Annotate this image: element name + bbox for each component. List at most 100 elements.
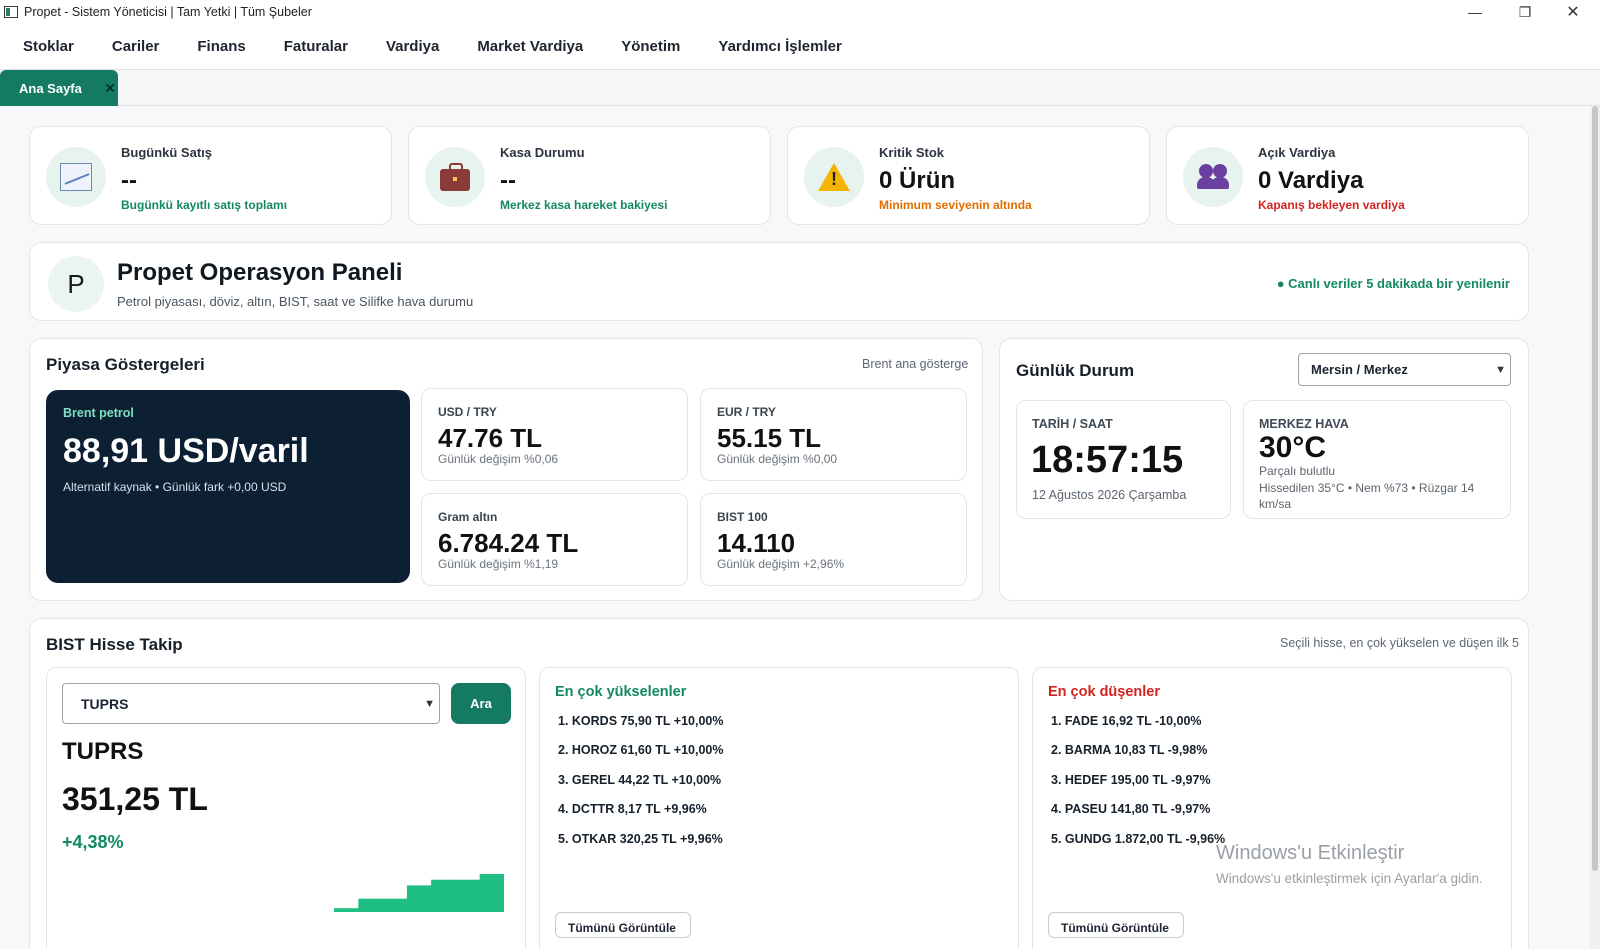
bist-note: Seçili hisse, en çok yükselen ve düşen i…	[1280, 636, 1520, 650]
operations-panel-header: P Propet Operasyon Paneli Petrol piyasas…	[29, 242, 1529, 321]
chevron-down-icon: ▼	[424, 697, 435, 710]
stat-card-sales: Bugünkü Satış -- Bugünkü kayıtlı satış t…	[29, 126, 392, 225]
market-note: Brent ana gösterge	[862, 357, 969, 371]
page-subtitle: Petrol piyasası, döviz, altın, BIST, saa…	[117, 294, 474, 309]
menu-vardiya[interactable]: Vardiya	[386, 38, 439, 55]
brent-card: Brent petrol 88,91 USD/varil Alternatif …	[46, 390, 410, 583]
stat-card-critical-stock: Kritik Stok 0 Ürün Minimum seviyenin alt…	[787, 126, 1150, 225]
panel-avatar: P	[48, 256, 104, 312]
stock-symbol: TUPRS	[62, 738, 144, 765]
window-title: Propet - Sistem Yöneticisi | Tam Yetki |…	[24, 5, 312, 19]
market-label: USD / TRY	[438, 405, 497, 419]
tab-ana-sayfa[interactable]: Ana Sayfa ✕	[0, 70, 118, 106]
stat-value: 0 Vardiya	[1258, 167, 1364, 194]
weather-temperature: 30°C	[1259, 431, 1327, 464]
market-label: Gram altın	[438, 510, 498, 524]
stat-title: Kritik Stok	[879, 145, 945, 160]
gainer-item: 1. KORDS 75,90 TL +10,00%	[558, 714, 724, 728]
bist100-card: BIST 100 14.110 Günlük değişim +2,96%	[700, 493, 967, 586]
gainers-title: En çok yükselenler	[555, 684, 687, 700]
menu-cariler[interactable]: Cariler	[112, 38, 160, 55]
chart-up-icon	[46, 147, 106, 207]
stat-subtitle: Bugünkü kayıtlı satış toplamı	[121, 198, 288, 212]
datetime-card: TARİH / SAAT 18:57:15 12 Ağustos 2026 Ça…	[1016, 400, 1231, 519]
people-icon	[1183, 147, 1243, 207]
market-change: Günlük değişim %1,19	[438, 557, 559, 571]
stat-title: Bugünkü Satış	[121, 145, 213, 160]
menu-market-vardiya[interactable]: Market Vardiya	[477, 38, 583, 55]
menu-yardimci-islemler[interactable]: Yardımcı İşlemler	[718, 38, 841, 55]
stat-value: --	[121, 167, 137, 194]
stat-title: Kasa Durumu	[500, 145, 585, 160]
stat-title: Açık Vardiya	[1258, 145, 1336, 160]
gainer-item: 5. OTKAR 320,25 TL +9,96%	[558, 832, 723, 846]
losers-view-all-button[interactable]: Tümünü Görüntüle	[1048, 912, 1184, 938]
stat-card-open-shift: Açık Vardiya 0 Vardiya Kapanış bekleyen …	[1166, 126, 1529, 225]
market-change: Günlük değişim +2,96%	[717, 557, 845, 571]
tab-label: Ana Sayfa	[19, 80, 82, 96]
title-bar: Propet - Sistem Yöneticisi | Tam Yetki |…	[0, 0, 1600, 24]
gainer-item: 2. HOROZ 61,60 TL +10,00%	[558, 743, 724, 757]
stock-change: +4,38%	[62, 832, 124, 852]
market-change: Günlük değişim %0,06	[438, 452, 559, 466]
location-select[interactable]: Mersin / Merkez ▼	[1298, 353, 1511, 386]
tab-close-icon[interactable]: ✕	[104, 80, 116, 97]
minimize-button[interactable]: —	[1452, 0, 1498, 24]
sparkline-bar	[382, 898, 408, 912]
losers-title: En çok düşenler	[1048, 684, 1161, 700]
market-value: 47.76 TL	[438, 423, 543, 453]
market-label: BIST 100	[717, 510, 768, 524]
scrollbar-thumb[interactable]	[1592, 106, 1598, 871]
sparkline-bar	[455, 879, 481, 912]
brent-subtitle: Alternatif kaynak • Günlük fark +0,00 US…	[63, 480, 287, 494]
stat-value: --	[500, 167, 516, 194]
loser-item: 1. FADE 16,92 TL -10,00%	[1051, 714, 1202, 728]
page-title: Propet Operasyon Paneli	[117, 259, 403, 286]
market-title: Piyasa Göstergeleri	[46, 355, 205, 374]
gram-gold-card: Gram altın 6.784.24 TL Günlük değişim %1…	[421, 493, 688, 586]
menu-stoklar[interactable]: Stoklar	[23, 38, 74, 55]
stat-subtitle: Merkez kasa hareket bakiyesi	[500, 198, 668, 212]
stock-select[interactable]: TUPRS ▼	[62, 683, 440, 724]
stat-subtitle: Minimum seviyenin altında	[879, 198, 1032, 212]
menu-finans[interactable]: Finans	[197, 38, 245, 55]
loser-item: 2. BARMA 10,83 TL -9,98%	[1051, 743, 1208, 757]
brent-value: 88,91 USD/varil	[63, 432, 309, 470]
sparkline-bar	[334, 908, 359, 912]
tab-strip: Ana Sayfa ✕	[0, 70, 1600, 106]
eur-try-card: EUR / TRY 55.15 TL Günlük değişim %0,00	[700, 388, 967, 481]
maximize-button[interactable]: ❐	[1502, 0, 1548, 24]
gainers-view-all-button[interactable]: Tümünü Görüntüle	[555, 912, 691, 938]
vertical-scrollbar[interactable]	[1590, 106, 1600, 949]
loser-item: 4. PASEU 141,80 TL -9,97%	[1051, 802, 1211, 816]
chevron-down-icon: ▼	[1495, 363, 1506, 376]
gainer-item: 3. GEREL 44,22 TL +10,00%	[558, 773, 722, 787]
stock-sparkline	[334, 874, 504, 912]
stock-price: 351,25 TL	[62, 781, 208, 817]
menu-yonetim[interactable]: Yönetim	[621, 38, 680, 55]
briefcase-icon	[425, 147, 485, 207]
market-change: Günlük değişim %0,00	[717, 452, 838, 466]
brent-label: Brent petrol	[63, 406, 134, 420]
close-window-button[interactable]: ✕	[1550, 0, 1596, 24]
market-value: 14.110	[717, 528, 796, 558]
daily-status-title: Günlük Durum	[1016, 361, 1135, 380]
gainer-item: 4. DCTTR 8,17 TL +9,96%	[558, 802, 707, 816]
menu-bar: Stoklar Cariler Finans Faturalar Vardiya…	[0, 24, 1600, 70]
clock-time: 18:57:15	[1031, 439, 1184, 481]
loser-item: 3. HEDEF 195,00 TL -9,97%	[1051, 773, 1211, 787]
stat-card-cash: Kasa Durumu -- Merkez kasa hareket bakiy…	[408, 126, 771, 225]
bist-title: BIST Hisse Takip	[46, 635, 183, 654]
stock-select-value: TUPRS	[81, 695, 129, 712]
weather-label: MERKEZ HAVA	[1259, 417, 1349, 431]
weather-card: MERKEZ HAVA 30°C Parçalı bulutlu Hissedi…	[1243, 400, 1511, 519]
sparkline-bar	[479, 874, 504, 912]
sparkline-bar	[406, 885, 432, 912]
activation-watermark-subtitle: Windows'u etkinleştirmek için Ayarlar'a …	[1216, 871, 1483, 886]
location-select-value: Mersin / Merkez	[1311, 362, 1408, 377]
market-value: 6.784.24 TL	[438, 528, 579, 558]
search-button[interactable]: Ara	[451, 683, 511, 724]
usd-try-card: USD / TRY 47.76 TL Günlük değişim %0,06	[421, 388, 688, 481]
menu-faturalar[interactable]: Faturalar	[284, 38, 348, 55]
weather-detail: Hissedilen 35°C • Nem %73 • Rüzgar 14 km…	[1259, 481, 1475, 510]
